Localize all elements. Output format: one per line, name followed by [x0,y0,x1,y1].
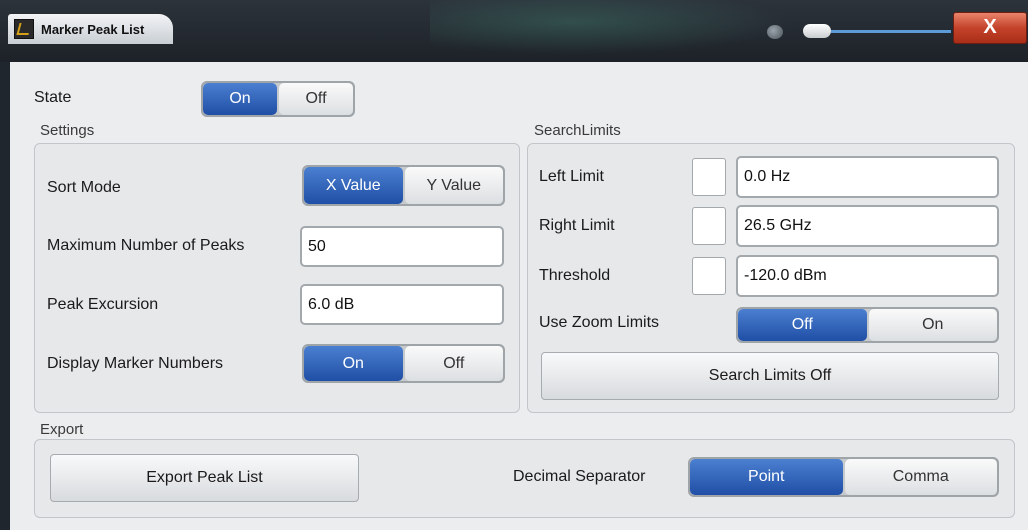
right-limit-field[interactable]: 26.5 GHz [736,205,999,247]
display-marker-numbers-toggle[interactable]: On Off [302,344,505,383]
dialog-body: State On Off Settings Sort Mode X Value … [10,62,1028,530]
right-limit-checkbox[interactable] [692,207,726,245]
peak-excursion-label: Peak Excursion [47,296,159,313]
search-limits-off-button[interactable]: Search Limits Off [541,352,999,400]
use-zoom-limits-toggle[interactable]: Off On [736,307,999,343]
left-limit-label: Left Limit [539,168,604,185]
sort-mode-label: Sort Mode [47,179,121,196]
right-limit-label: Right Limit [539,217,615,234]
max-peaks-label: Maximum Number of Peaks [47,237,245,254]
transparency-dot-icon [767,25,783,39]
decimal-separator-toggle[interactable]: Point Comma [688,457,999,497]
search-limits-title: SearchLimits [534,122,621,139]
state-label: State [34,89,72,106]
title-bar-glow [430,0,790,55]
state-toggle[interactable]: On Off [201,81,355,117]
display-marker-numbers-on-option[interactable]: On [304,346,403,381]
use-zoom-limits-label: Use Zoom Limits [539,314,660,331]
sort-mode-y-option[interactable]: Y Value [404,167,503,204]
export-title: Export [40,421,84,438]
threshold-label: Threshold [539,267,611,284]
left-limit-field[interactable]: 0.0 Hz [736,156,999,198]
use-zoom-limits-on-option[interactable]: On [868,309,997,341]
state-on-option[interactable]: On [203,83,277,115]
left-limit-checkbox[interactable] [692,158,726,196]
settings-title: Settings [40,122,95,139]
peak-excursion-field[interactable]: 6.0 dB [300,284,504,325]
decimal-separator-comma-option[interactable]: Comma [844,459,997,495]
threshold-checkbox[interactable] [692,257,726,295]
sort-mode-toggle[interactable]: X Value Y Value [302,165,505,206]
decimal-separator-label: Decimal Separator [513,468,646,485]
threshold-field[interactable]: -120.0 dBm [736,255,999,297]
window-title: Marker Peak List [41,21,145,37]
sort-mode-x-option[interactable]: X Value [304,167,403,204]
export-peak-list-button[interactable]: Export Peak List [50,454,359,502]
use-zoom-limits-off-option[interactable]: Off [738,309,867,341]
window-tab[interactable]: Marker Peak List [8,14,173,44]
max-peaks-field[interactable]: 50 [300,226,504,267]
decimal-separator-point-option[interactable]: Point [690,459,843,495]
display-marker-numbers-label: Display Marker Numbers [47,355,224,372]
title-bar: Marker Peak List X [0,0,1028,62]
close-button[interactable]: X [953,12,1027,44]
display-marker-numbers-off-option[interactable]: Off [404,346,503,381]
app-logo-icon [14,19,34,39]
state-off-option[interactable]: Off [279,83,353,115]
transparency-slider-track[interactable] [831,30,951,33]
transparency-slider-handle[interactable] [803,24,831,38]
